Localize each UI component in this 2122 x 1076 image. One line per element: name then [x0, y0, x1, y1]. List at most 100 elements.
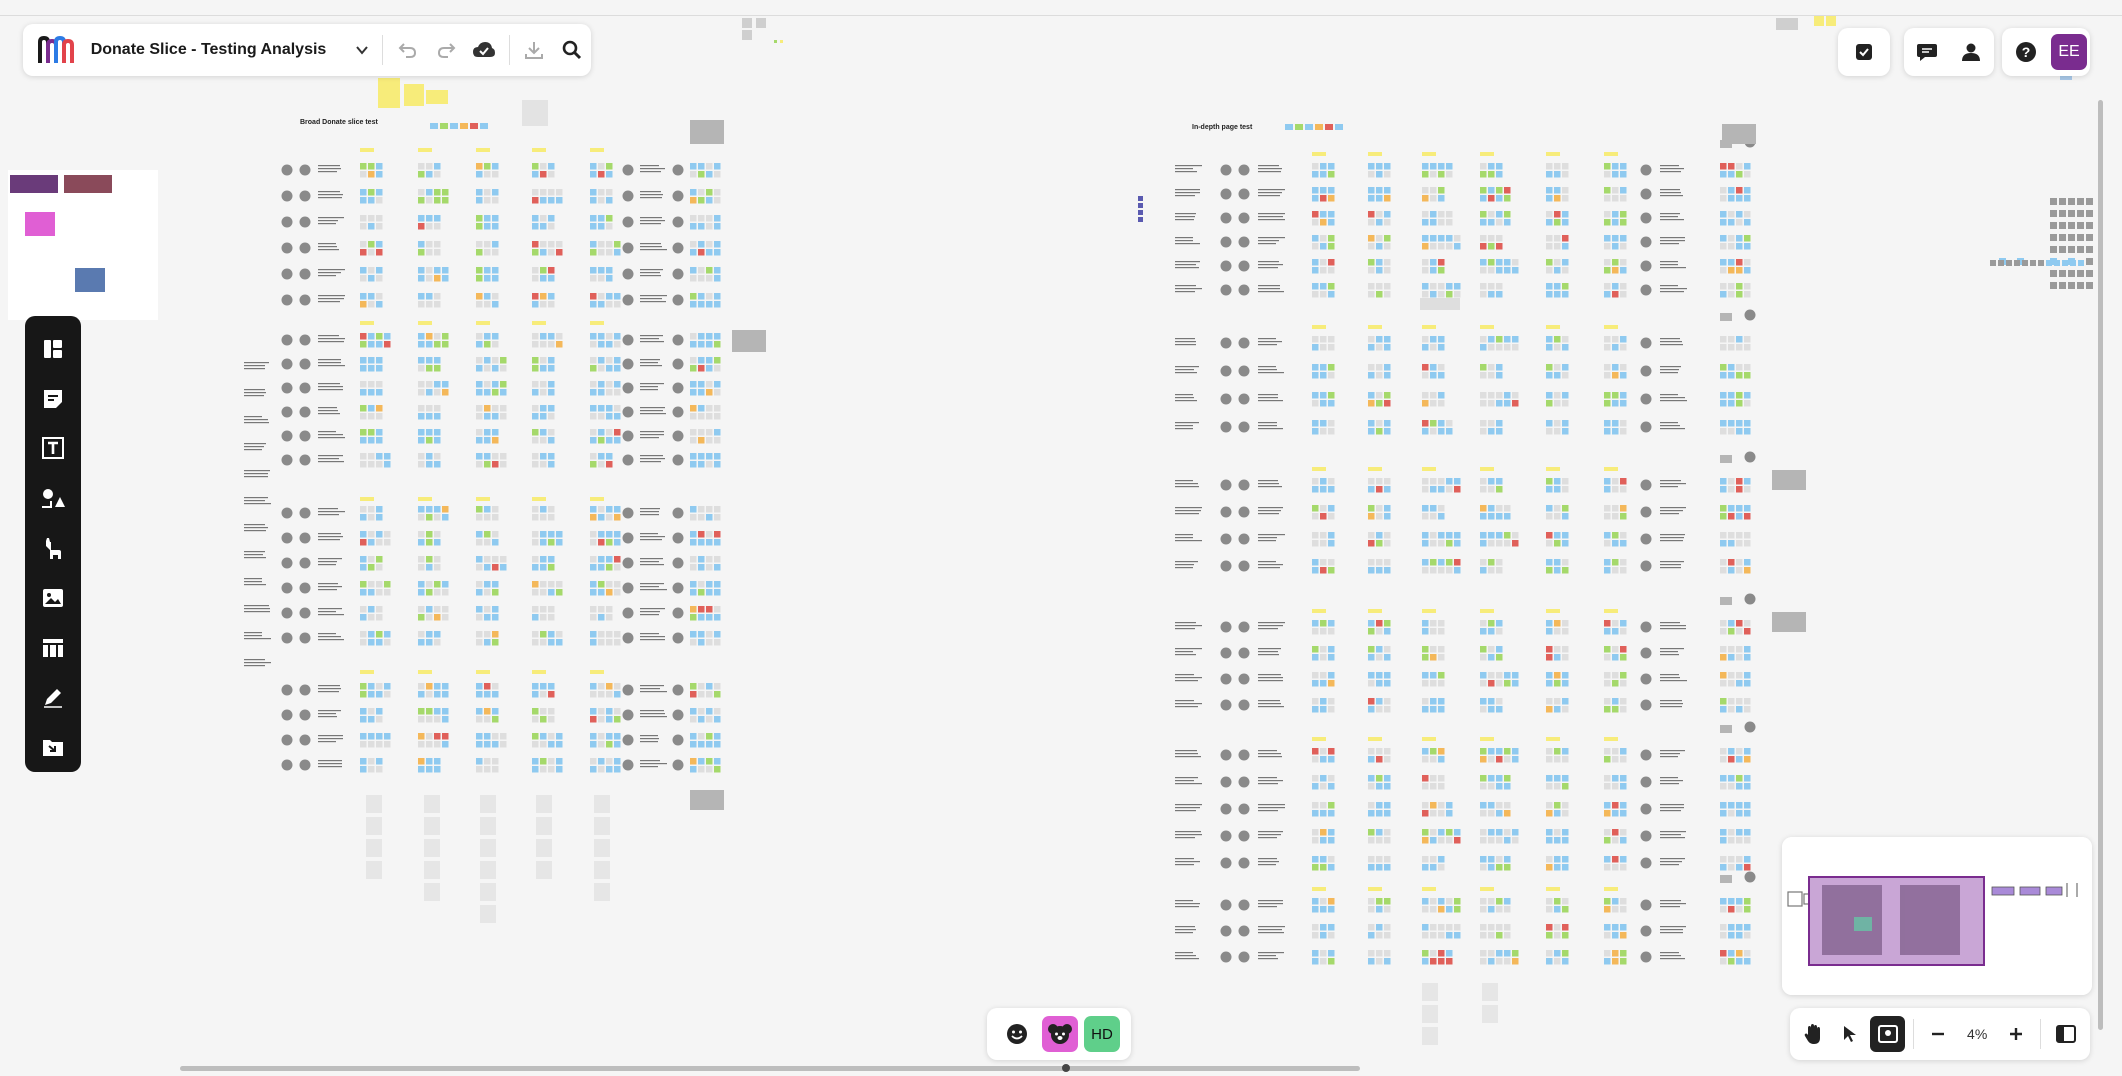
- sticky-note[interactable]: [2077, 234, 2084, 241]
- sticky-note[interactable]: [532, 429, 539, 436]
- sticky-note[interactable]: [614, 241, 621, 248]
- sticky-note[interactable]: [484, 691, 491, 698]
- sticky-note[interactable]: [476, 389, 483, 396]
- sticky-note[interactable]: [376, 539, 383, 546]
- sticky-note[interactable]: [1604, 540, 1611, 547]
- sticky-note[interactable]: [1496, 540, 1503, 547]
- sticky-note[interactable]: [714, 741, 721, 748]
- sticky-note[interactable]: [706, 341, 713, 348]
- sticky-note[interactable]: [1384, 187, 1391, 194]
- sticky-note[interactable]: [476, 275, 483, 282]
- text-line[interactable]: [640, 338, 659, 340]
- sticky-note[interactable]: [1368, 783, 1375, 790]
- text-line[interactable]: [1175, 240, 1193, 242]
- sticky-note[interactable]: [598, 249, 605, 256]
- text-line[interactable]: [1258, 394, 1278, 396]
- sticky-note[interactable]: [698, 758, 705, 765]
- sticky-note[interactable]: [360, 556, 367, 563]
- sticky-note[interactable]: [548, 453, 555, 460]
- sticky-note[interactable]: [1554, 505, 1561, 512]
- text-line[interactable]: [1175, 837, 1195, 839]
- participant-avatar[interactable]: [622, 382, 634, 394]
- sticky-note[interactable]: [1496, 756, 1503, 763]
- sticky-note[interactable]: [1376, 680, 1383, 687]
- search-icon[interactable]: [553, 29, 591, 71]
- text-line[interactable]: [1660, 338, 1680, 340]
- text-line[interactable]: [318, 431, 336, 433]
- sticky-note[interactable]: [426, 506, 433, 513]
- sticky-note[interactable]: [426, 365, 433, 372]
- sticky-note[interactable]: [1480, 802, 1487, 809]
- sticky-note[interactable]: [606, 241, 613, 248]
- text-line[interactable]: [640, 335, 663, 337]
- column-header-sticky[interactable]: [418, 497, 432, 501]
- text-line[interactable]: [318, 458, 339, 460]
- sticky-note[interactable]: [1604, 336, 1611, 343]
- sticky-note[interactable]: [598, 461, 605, 468]
- minimap[interactable]: [1782, 837, 2092, 995]
- sticky-note[interactable]: [532, 389, 539, 396]
- sticky-note[interactable]: [1488, 259, 1495, 266]
- sticky-note[interactable]: [368, 241, 375, 248]
- sticky-note[interactable]: [1728, 187, 1735, 194]
- sticky-note[interactable]: [1736, 906, 1743, 913]
- text-line[interactable]: [640, 362, 658, 364]
- sticky-note[interactable]: [1620, 698, 1627, 705]
- sticky-note[interactable]: [1504, 532, 1511, 539]
- sticky-note[interactable]: [1384, 400, 1391, 407]
- text-line[interactable]: [1258, 903, 1283, 905]
- sticky-note[interactable]: [434, 531, 441, 538]
- sticky-note[interactable]: [476, 506, 483, 513]
- participant-avatar[interactable]: [622, 532, 634, 544]
- sticky-note[interactable]: [384, 341, 391, 348]
- sticky-note[interactable]: [1728, 513, 1735, 520]
- sticky-note[interactable]: [1728, 372, 1735, 379]
- sticky-note[interactable]: [1480, 336, 1487, 343]
- participant-avatar[interactable]: [281, 607, 293, 619]
- sticky-note[interactable]: [548, 556, 555, 563]
- sticky-note[interactable]: [1368, 706, 1375, 713]
- sticky-note[interactable]: [690, 293, 697, 300]
- sticky-note[interactable]: [434, 606, 441, 613]
- sticky-note[interactable]: [1512, 756, 1519, 763]
- sticky-note[interactable]: [1554, 219, 1561, 226]
- sticky-note[interactable]: [590, 405, 597, 412]
- sticky-note[interactable]: [598, 758, 605, 765]
- llama-icon[interactable]: [25, 523, 81, 573]
- sticky-note[interactable]: [484, 293, 491, 300]
- sticky-note[interactable]: [1728, 163, 1735, 170]
- text-line[interactable]: [1258, 165, 1279, 167]
- sticky-note[interactable]: [1312, 513, 1319, 520]
- text-line[interactable]: [244, 611, 270, 613]
- sticky-note[interactable]: [492, 215, 499, 222]
- sticky-note[interactable]: [1420, 298, 1460, 310]
- sticky-note[interactable]: [1744, 283, 1751, 290]
- text-line[interactable]: [244, 422, 269, 424]
- sticky-note[interactable]: [1728, 211, 1735, 218]
- sticky-note[interactable]: [1720, 478, 1727, 485]
- sticky-note[interactable]: [1320, 235, 1327, 242]
- sticky-note[interactable]: [540, 631, 547, 638]
- sticky-note[interactable]: [1554, 336, 1561, 343]
- sticky-note[interactable]: [492, 171, 499, 178]
- sticky-note[interactable]: [1422, 211, 1429, 218]
- sticky-note[interactable]: [1512, 267, 1519, 274]
- sticky-note[interactable]: [690, 531, 697, 538]
- sticky-note[interactable]: [598, 506, 605, 513]
- sticky-note[interactable]: [1328, 540, 1335, 547]
- sticky-note[interactable]: [1496, 748, 1503, 755]
- text-line[interactable]: [244, 395, 264, 397]
- sticky-note[interactable]: [1422, 837, 1429, 844]
- sticky-note[interactable]: [706, 381, 713, 388]
- sticky-note[interactable]: [1446, 243, 1453, 250]
- sticky-note[interactable]: [1320, 505, 1327, 512]
- sticky-note[interactable]: [714, 683, 721, 690]
- text-line[interactable]: [318, 386, 343, 388]
- sticky-note[interactable]: [384, 581, 391, 588]
- text-line[interactable]: [318, 437, 345, 439]
- legend-chip[interactable]: [1285, 124, 1293, 130]
- sticky-note[interactable]: [536, 795, 552, 813]
- participant-avatar[interactable]: [1640, 212, 1652, 224]
- sticky-note[interactable]: [426, 429, 433, 436]
- sticky-note[interactable]: [706, 691, 713, 698]
